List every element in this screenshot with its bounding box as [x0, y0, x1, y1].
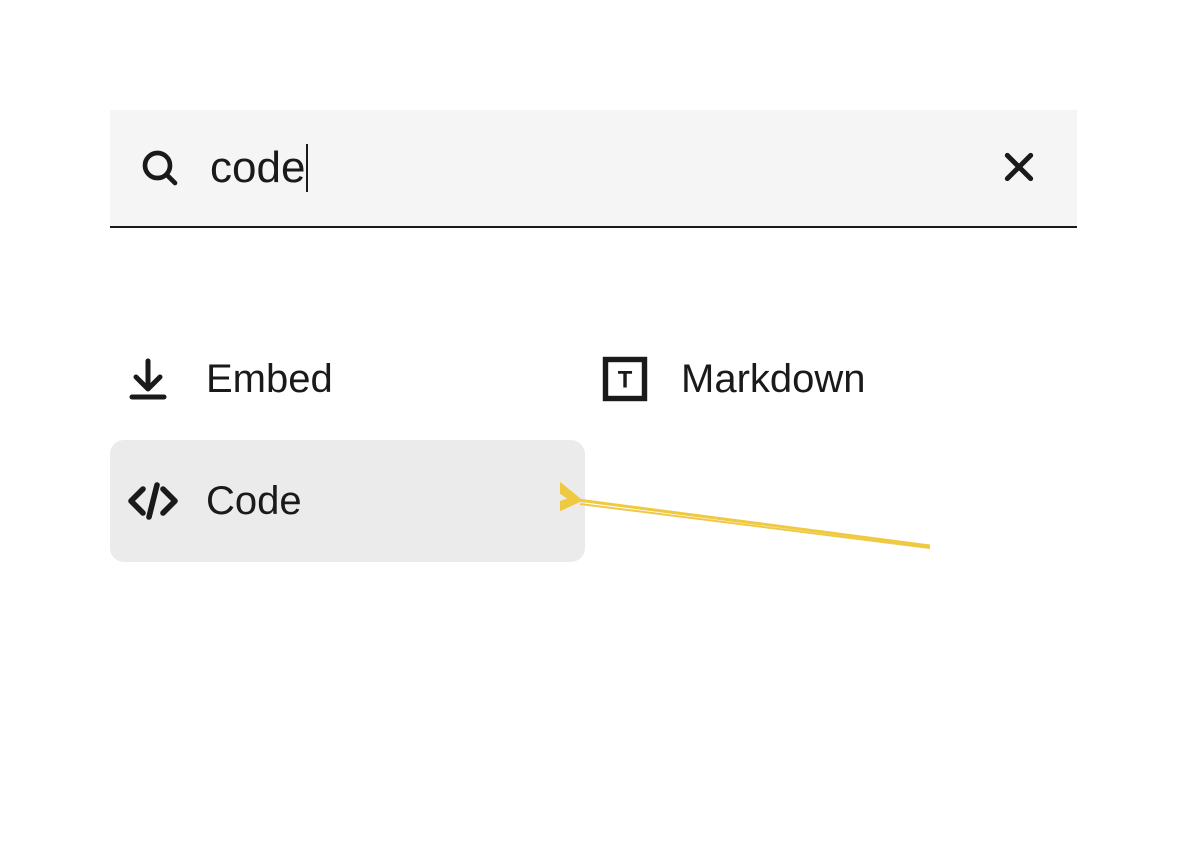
embed-icon [124, 355, 184, 403]
block-picker-panel: code Embed [0, 0, 1187, 562]
close-icon [999, 147, 1039, 190]
result-item-code[interactable]: Code [110, 440, 585, 562]
results-row: Code [110, 440, 1077, 562]
result-label: Code [206, 479, 302, 524]
markdown-icon: T [599, 353, 659, 405]
result-label: Markdown [681, 357, 866, 402]
results-row: Embed T Markdown [110, 318, 1077, 440]
search-input[interactable]: code [210, 143, 991, 193]
results-section: Embed T Markdown [110, 318, 1077, 562]
result-label: Embed [206, 357, 333, 402]
clear-search-button[interactable] [991, 139, 1047, 198]
search-icon [140, 148, 180, 188]
svg-text:T: T [618, 367, 633, 394]
text-cursor [306, 144, 308, 192]
search-bar: code [110, 110, 1077, 228]
code-icon [124, 477, 184, 525]
result-item-embed[interactable]: Embed [110, 318, 585, 440]
result-item-markdown[interactable]: T Markdown [585, 318, 1060, 440]
